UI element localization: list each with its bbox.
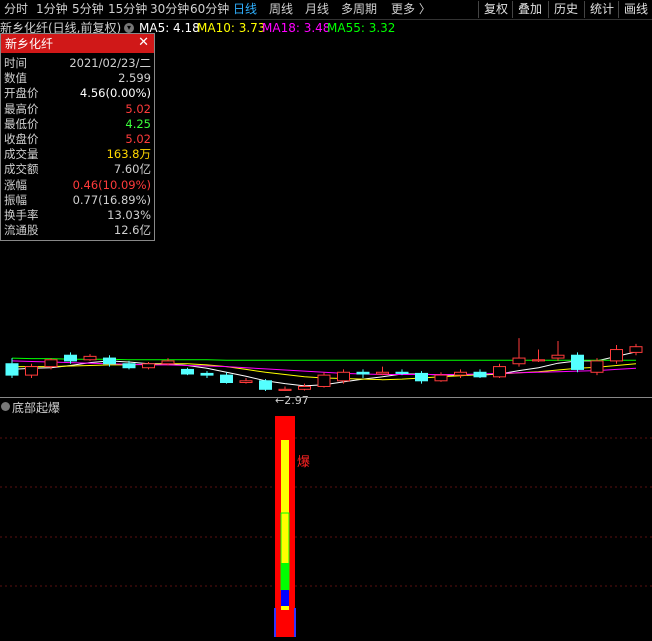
signal-bar-edge-right xyxy=(294,608,296,637)
popup-row-label: 流通股 xyxy=(4,223,39,238)
candle-body xyxy=(220,374,233,384)
popup-row-value: 7.60亿 xyxy=(113,162,151,177)
popup-row: 涨幅 0.46(10.09%) xyxy=(1,178,154,193)
candle-body xyxy=(356,371,370,375)
popup-row-value: 163.8万 xyxy=(106,147,151,162)
popup-row: 流通股 12.6亿 xyxy=(1,223,154,238)
candle-body xyxy=(103,357,116,365)
popup-row-value: 5.02 xyxy=(125,132,151,146)
candle-body xyxy=(590,360,604,373)
signal-bar-edge-left xyxy=(274,608,276,637)
popup-row: 振幅 0.77(16.89%) xyxy=(1,193,154,208)
popup-row: 时间 2021/02/23/二 xyxy=(1,56,154,71)
candle-body xyxy=(142,363,155,369)
candle-body xyxy=(551,354,565,359)
candle-body xyxy=(83,355,97,361)
candle-body xyxy=(493,366,506,378)
candle-body xyxy=(415,372,428,382)
popup-row: 最低价 4.25 xyxy=(1,117,154,132)
candle-body xyxy=(122,363,136,369)
popup-row: 成交量 163.8万 xyxy=(1,147,154,162)
candle-body xyxy=(298,385,311,390)
candle-body xyxy=(532,359,545,362)
indicator-title: 底部起爆 xyxy=(12,401,61,415)
popup-row-value: 2021/02/23/二 xyxy=(69,56,151,70)
popup-row-label: 涨幅 xyxy=(4,177,27,192)
candle-body xyxy=(454,371,467,376)
popup-row: 开盘价 4.56(0.00%) xyxy=(1,86,154,101)
panel-divider xyxy=(0,397,652,398)
popup-row-value: 2.599 xyxy=(118,71,151,86)
popup-row-value: 12.6亿 xyxy=(113,223,151,238)
signal-bar-blue xyxy=(281,590,289,606)
candle-body xyxy=(239,380,253,383)
popup-row-value: 4.25 xyxy=(125,116,151,131)
popup-row-label: 数值 xyxy=(4,71,27,86)
candle-body xyxy=(161,360,175,365)
popup-row-value: 4.56(0.00%) xyxy=(79,86,151,101)
candle-body xyxy=(317,374,331,387)
popup-row-label: 开盘价 xyxy=(4,86,39,101)
indicator-settings-icon[interactable] xyxy=(1,402,10,411)
candle-body xyxy=(512,357,526,365)
candle-body xyxy=(571,354,584,370)
popup-row-label: 最高价 xyxy=(4,101,39,116)
popup-row-label: 成交额 xyxy=(4,162,39,177)
candle-body xyxy=(200,372,214,376)
popup-row: 换手率 13.03% xyxy=(1,208,154,223)
low-price-label: ←2.97 xyxy=(275,394,309,407)
candle-body xyxy=(395,371,409,374)
popup-row-value: 0.46(10.09%) xyxy=(72,177,151,192)
popup-row: 成交额 7.60亿 xyxy=(1,162,154,177)
candle-body xyxy=(64,354,77,362)
candle-body xyxy=(376,371,389,375)
candle-body xyxy=(25,366,38,376)
popup-row-label: 振幅 xyxy=(4,192,27,207)
close-icon[interactable]: ✕ xyxy=(138,35,149,50)
popup-title: 新乡化纤 xyxy=(5,37,54,51)
popup-row: 数值 2.599 xyxy=(1,71,154,86)
candle-body xyxy=(278,388,292,391)
candle-body xyxy=(44,359,58,368)
popup-row: 收盘价 5.02 xyxy=(1,132,154,147)
popup-row-label: 换手率 xyxy=(4,208,39,222)
candle-body xyxy=(5,363,19,376)
popup-row-value: 5.02 xyxy=(125,101,151,116)
data-popup: 新乡化纤 ✕ 时间 2021/02/23/二数值 2.599 开盘价 4.56(0.00… xyxy=(0,33,155,241)
candle-body xyxy=(610,349,623,362)
candle-body xyxy=(337,371,350,382)
candle-body xyxy=(181,368,194,375)
signal-bar-green xyxy=(281,563,289,590)
popup-row-label: 时间 xyxy=(4,56,27,70)
popup-row-label: 成交量 xyxy=(4,147,39,162)
candle-body xyxy=(434,374,448,382)
popup-header: 新乡化纤 ✕ xyxy=(1,34,154,53)
popup-row: 最高价 5.02 xyxy=(1,102,154,117)
candle-body xyxy=(629,346,643,353)
popup-row-value: 0.77(16.89%) xyxy=(72,192,151,207)
candle-body xyxy=(259,380,272,390)
candle-body xyxy=(473,371,487,378)
popup-row-label: 收盘价 xyxy=(4,132,39,146)
signal-label: 爆 xyxy=(297,455,310,470)
popup-row-value: 13.03% xyxy=(107,208,151,222)
popup-row-label: 最低价 xyxy=(4,116,39,131)
